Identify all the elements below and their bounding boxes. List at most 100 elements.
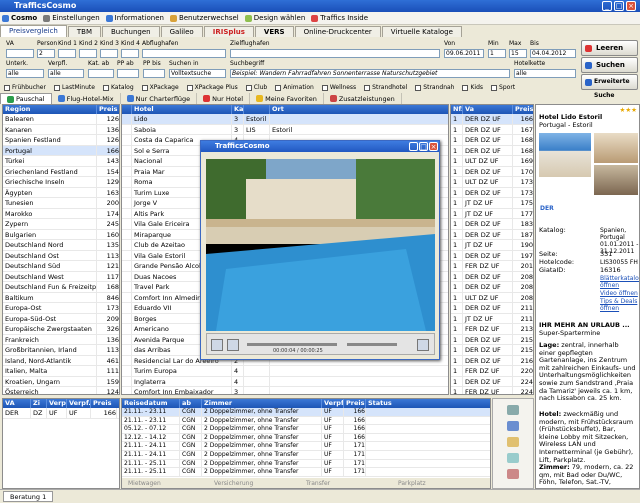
- maximize-icon[interactable]: □: [614, 1, 624, 11]
- offer-row[interactable]: 1 DER DZ UF 168: [451, 145, 533, 156]
- zielflughafen-field[interactable]: [230, 49, 440, 58]
- offer-row[interactable]: 1 DER DZ UF 208: [451, 282, 533, 293]
- video-frame[interactable]: [206, 159, 435, 331]
- offer-row[interactable]: 1 DER DZ UF 215: [451, 334, 533, 345]
- menu-einstellungen[interactable]: Einstellungen: [43, 14, 100, 22]
- offer-row[interactable]: 1 DER DZ UF 211: [451, 303, 533, 314]
- kind3-field[interactable]: [100, 49, 118, 58]
- region-row[interactable]: Deutschland Ost 113: [3, 250, 119, 261]
- region-row[interactable]: Frankreich 136: [3, 334, 119, 345]
- offer-row[interactable]: 1 ULT DZ UF 173: [451, 177, 533, 188]
- check-xpackage[interactable]: XPackage: [141, 84, 179, 91]
- tab-buchungen[interactable]: Buchungen: [101, 26, 160, 37]
- region-row[interactable]: Balearen 126: [3, 114, 119, 125]
- mail-icon[interactable]: [507, 437, 519, 447]
- hotel-photo-pool[interactable]: [539, 133, 591, 177]
- offer-row[interactable]: 1 DER DZ UF 216: [451, 355, 533, 366]
- blaetterkatalog-link[interactable]: Blätterkatalog öffnen: [600, 275, 639, 289]
- kind4-field[interactable]: [121, 49, 139, 58]
- tab-nur-charterfluege[interactable]: Nur Charterflüge: [121, 93, 198, 104]
- offer-row[interactable]: 1 DER DZ UF 173: [451, 187, 533, 198]
- mietwagen-option[interactable]: Mietwagen: [122, 480, 214, 487]
- katab-field[interactable]: [88, 69, 114, 78]
- region-row[interactable]: Bulgarien 160: [3, 229, 119, 240]
- suchbegriff-input[interactable]: Beispiel: Wandern Fahrradfahren Sonnente…: [230, 69, 510, 78]
- parkplatz-option[interactable]: Parkplatz: [398, 480, 490, 487]
- region-row[interactable]: Kanaren 136: [3, 124, 119, 135]
- check-strandnah[interactable]: Strandnah: [415, 84, 454, 91]
- region-row[interactable]: Marokko 174: [3, 208, 119, 219]
- region-row[interactable]: Großbritannien, Irland 113: [3, 345, 119, 356]
- region-row[interactable]: Island, Nord-Atlantik 461: [3, 355, 119, 366]
- region-row[interactable]: Deutschland Süd 121: [3, 261, 119, 272]
- video-close-icon[interactable]: ×: [429, 142, 438, 151]
- region-row[interactable]: Griechische Inseln 129: [3, 177, 119, 188]
- region-row[interactable]: Deutschland West 117: [3, 271, 119, 282]
- max-field[interactable]: 15: [509, 49, 527, 58]
- check-wellness[interactable]: Wellness: [321, 84, 356, 91]
- offer-row[interactable]: 1 DER DZ UF 215: [451, 345, 533, 356]
- offer-row[interactable]: 1 FER DZ UF 224: [451, 387, 533, 394]
- kind2-field[interactable]: [79, 49, 97, 58]
- check-club[interactable]: Club: [245, 84, 267, 91]
- hotel-row[interactable]: Inglaterra 4: [122, 376, 448, 387]
- check-xpackage-plus[interactable]: XPackage Plus: [186, 84, 238, 91]
- region-row[interactable]: Zypern 245: [3, 219, 119, 230]
- hotel-row[interactable]: Turim Europa 4: [122, 366, 448, 377]
- unterk-select[interactable]: alle: [6, 69, 44, 78]
- region-row[interactable]: Türkei 143: [3, 156, 119, 167]
- tab-virtuelle-kataloge[interactable]: Virtuelle Kataloge: [381, 26, 462, 37]
- abflughafen-field[interactable]: [142, 49, 226, 58]
- tab-galileo[interactable]: Galileo: [160, 26, 203, 37]
- offer-row[interactable]: 1 FER DZ UF 201: [451, 261, 533, 272]
- von-date-field[interactable]: 09.06.2011: [444, 49, 484, 58]
- tab-nur-hotel[interactable]: Nur Hotel: [197, 93, 251, 104]
- tab-flug-hotel-mix[interactable]: Flug-Hotel-Mix: [52, 93, 121, 104]
- hotel-photo-room2[interactable]: [594, 165, 638, 195]
- bis-date-field[interactable]: 04.04.2012: [530, 49, 576, 58]
- hotelkette-select[interactable]: alle: [514, 69, 576, 78]
- offer-row[interactable]: 1 DER DZ UF 183: [451, 219, 533, 230]
- date-row[interactable]: 21.11. - 23.11 CGN 2 Doppelzimmer, ohne Tr…: [122, 416, 490, 426]
- region-row[interactable]: Kroatien, Ungarn 159: [3, 376, 119, 387]
- hotel-row[interactable]: Saboia 3 LIS Estoril: [122, 124, 448, 135]
- menu-benutzerwechsel[interactable]: Benutzerwechsel: [169, 14, 239, 22]
- offer-row[interactable]: 1 DER DZ UF 208: [451, 271, 533, 282]
- versicherung-option[interactable]: Versicherung: [214, 480, 306, 487]
- region-row[interactable]: Europa-Ost 173: [3, 303, 119, 314]
- min-field[interactable]: 1: [488, 49, 506, 58]
- offer-row[interactable]: 1 DER DZ UF 187: [451, 229, 533, 240]
- check-animation[interactable]: Animation: [275, 84, 314, 91]
- check-fruehbucher[interactable]: Frühbucher: [4, 84, 46, 91]
- menu-cosmo[interactable]: Cosmo: [2, 14, 37, 22]
- pause-icon[interactable]: [211, 339, 223, 351]
- ppbis-field[interactable]: [143, 69, 165, 78]
- region-row[interactable]: Portugal 166: [3, 145, 119, 156]
- offer-row[interactable]: 1 DER DZ UF 197: [451, 250, 533, 261]
- check-katalog[interactable]: Katalog: [102, 84, 134, 91]
- save-icon[interactable]: [507, 421, 519, 431]
- volume-bar[interactable]: [347, 343, 397, 346]
- offer-row[interactable]: 1 JT DZ UF 211: [451, 313, 533, 324]
- region-row[interactable]: Europa-Süd-Ost 209: [3, 313, 119, 324]
- region-row[interactable]: Deutschland Nord 135: [3, 240, 119, 251]
- offer-row[interactable]: 1 ULT DZ UF 169: [451, 156, 533, 167]
- offer-row[interactable]: 1 DER DZ UF 166: [451, 114, 533, 125]
- tab-vers[interactable]: VERS: [254, 26, 294, 37]
- offer-row[interactable]: 1 JT DZ UF 177: [451, 208, 533, 219]
- offer-row[interactable]: 1 JT DZ UF 190: [451, 240, 533, 251]
- tab-irisplus[interactable]: IRISplus: [203, 26, 254, 37]
- menu-traffics-inside[interactable]: Traffics Inside: [311, 14, 368, 22]
- book-icon[interactable]: [507, 469, 519, 479]
- date-row[interactable]: 21.11. - 24.11 CGN 2 Doppelzimmer, ohne Tr…: [122, 450, 490, 460]
- region-row[interactable]: Tunesien 200: [3, 198, 119, 209]
- video-maximize-icon[interactable]: □: [419, 142, 428, 151]
- tips-deals-link[interactable]: Tips & Deals öffnen: [600, 298, 639, 312]
- date-row[interactable]: 05.12. - 07.12 CGN 2 Doppelzimmer, ohne Tr…: [122, 425, 490, 434]
- tab-beratung-1[interactable]: Beratung 1: [3, 491, 54, 502]
- suchen-in-select[interactable]: Volltextsuche: [169, 69, 226, 78]
- date-row[interactable]: 21.11. - 24.11 CGN 2 Doppelzimmer, ohne Tr…: [122, 442, 490, 451]
- tab-pauschal[interactable]: Pauschal: [0, 93, 52, 104]
- stop-icon[interactable]: [227, 339, 239, 351]
- leeren-button[interactable]: Leeren: [581, 40, 638, 56]
